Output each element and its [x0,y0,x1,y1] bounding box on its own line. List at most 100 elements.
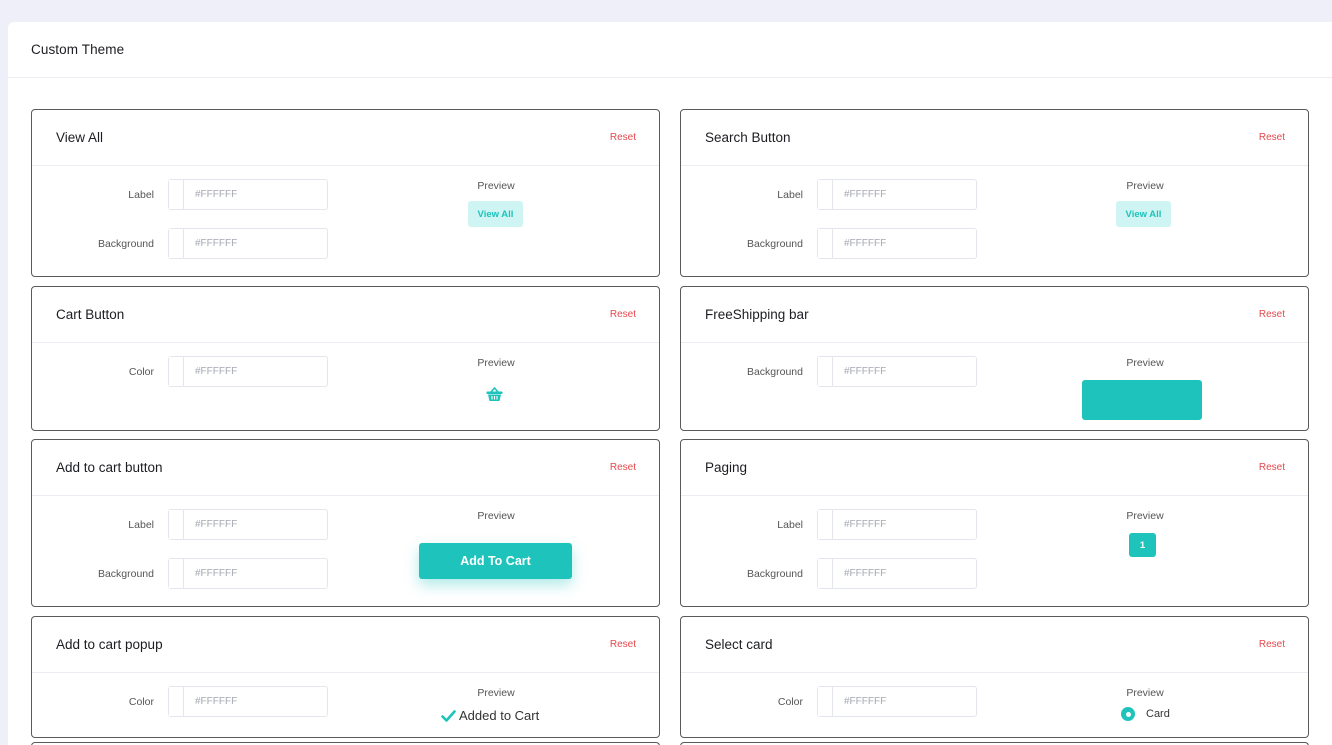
add-to-cart-button-card: Add to cart button Reset Label Backgroun… [31,439,660,607]
color-swatch[interactable] [818,687,833,716]
color-swatch[interactable] [169,229,184,258]
field-label: Background [746,567,803,580]
page-number-preview: 1 [1129,533,1156,557]
label-color-input[interactable] [168,509,328,540]
search-button-card: Search Button Reset Label Background Pre… [680,109,1309,277]
cart-button-card: Cart Button Reset Color Preview [31,286,660,431]
color-row: Color [681,686,977,717]
field-label: Color [128,365,154,378]
card-header: View All Reset [32,110,659,166]
field-label: Label [128,188,154,201]
card-header: Add to cart button Reset [32,440,659,496]
color-swatch[interactable] [169,687,184,716]
free-shipping-card: FreeShipping bar Reset Background Previe… [680,286,1309,431]
card-header: Select card Reset [681,617,1308,673]
select-card-card: Select card Reset Color Preview Card [680,616,1309,738]
background-row: Background [681,228,977,259]
card-title: Cart Button [56,307,125,322]
preview-label: Preview [477,180,515,192]
color-swatch[interactable] [818,180,833,209]
color-row: Color [32,686,328,717]
label-row: Label [32,509,328,540]
field-label: Label [777,188,803,201]
card-title: Search Button [705,130,791,145]
basket-icon [486,387,503,401]
label-color-input[interactable] [817,509,977,540]
field-label: Label [128,518,154,531]
view-all-preview-button: View All [1116,201,1171,227]
background-color-input[interactable] [817,356,977,387]
color-input[interactable] [817,686,977,717]
field-label: Color [777,695,803,708]
select-card-preview: Card [1121,707,1170,721]
field-label: Background [746,365,803,378]
card-title: View All [56,130,104,145]
background-row: Background [32,558,328,589]
hex-input[interactable] [833,357,976,386]
hex-input[interactable] [833,510,976,539]
free-shipping-bar-preview [1082,380,1202,420]
radio-icon [1121,707,1135,721]
reset-button[interactable]: Reset [1259,132,1285,143]
hex-input[interactable] [184,229,327,258]
label-row: Label [32,179,328,210]
background-row: Background [32,228,328,259]
card-header: Cart Button Reset [32,287,659,343]
color-swatch[interactable] [818,510,833,539]
card-option-label: Card [1146,708,1170,720]
reset-button[interactable]: Reset [610,309,636,320]
paging-card: Paging Reset Label Background Preview 1 [680,439,1309,607]
preview-label: Preview [1126,687,1164,699]
label-color-input[interactable] [817,179,977,210]
added-to-cart-preview: Added to Cart [441,708,539,723]
field-label: Background [746,237,803,250]
reset-button[interactable]: Reset [610,639,636,650]
color-swatch[interactable] [169,180,184,209]
reset-button[interactable]: Reset [1259,309,1285,320]
hex-input[interactable] [833,180,976,209]
color-input[interactable] [168,686,328,717]
background-color-input[interactable] [168,558,328,589]
hex-input[interactable] [184,559,327,588]
background-color-input[interactable] [817,228,977,259]
hex-input[interactable] [184,357,327,386]
reset-button[interactable]: Reset [1259,639,1285,650]
card-title: Add to cart popup [56,637,163,652]
added-to-cart-text: Added to Cart [459,708,540,723]
hex-input[interactable] [833,559,976,588]
reset-button[interactable]: Reset [1259,462,1285,473]
field-label: Label [777,518,803,531]
card-header: Search Button Reset [681,110,1308,166]
field-label: Background [97,237,154,250]
view-all-preview-button: View All [468,201,523,227]
preview-label: Preview [477,687,515,699]
background-color-input[interactable] [168,228,328,259]
card-title: Select card [705,637,773,652]
card-title: Add to cart button [56,460,163,475]
hex-input[interactable] [833,687,976,716]
label-row: Label [681,179,977,210]
reset-button[interactable]: Reset [610,132,636,143]
hex-input[interactable] [833,229,976,258]
label-row: Label [681,509,977,540]
color-swatch[interactable] [818,357,833,386]
color-swatch[interactable] [818,229,833,258]
hex-input[interactable] [184,510,327,539]
preview-label: Preview [1126,357,1164,369]
field-label: Background [97,567,154,580]
preview-label: Preview [477,510,515,522]
preview-label: Preview [1126,180,1164,192]
color-input[interactable] [168,356,328,387]
background-row: Background [681,558,977,589]
background-color-input[interactable] [817,558,977,589]
reset-button[interactable]: Reset [610,462,636,473]
hex-input[interactable] [184,687,327,716]
color-swatch[interactable] [169,357,184,386]
label-color-input[interactable] [168,179,328,210]
color-swatch[interactable] [169,559,184,588]
card-title: FreeShipping bar [705,307,809,322]
color-swatch[interactable] [169,510,184,539]
color-swatch[interactable] [818,559,833,588]
view-all-card: View All Reset Label Background Preview … [31,109,660,277]
hex-input[interactable] [184,180,327,209]
